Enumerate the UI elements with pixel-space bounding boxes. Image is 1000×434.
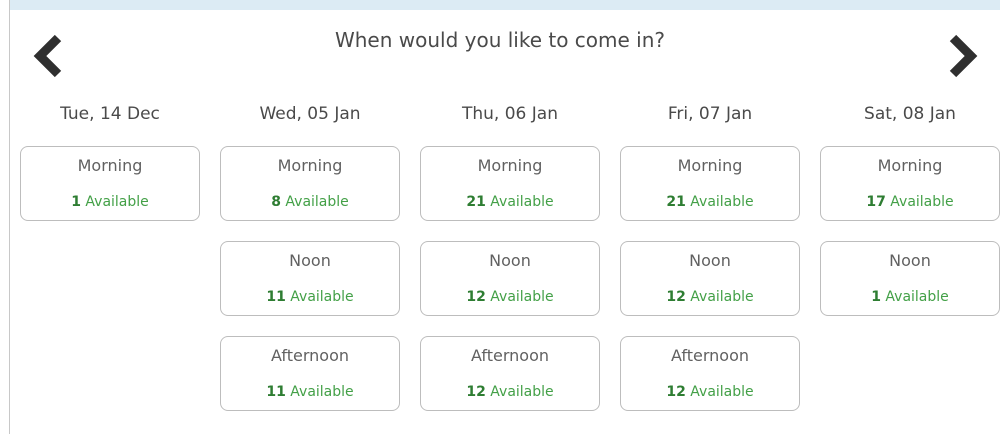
- slot-noon[interactable]: Noon 11 Available: [220, 241, 400, 316]
- slot-available-text: Available: [290, 289, 354, 305]
- top-bar: [10, 0, 1000, 10]
- page-title: When would you like to come in?: [334, 28, 666, 52]
- slot-available-text: Available: [285, 194, 349, 210]
- slot-name: Afternoon: [271, 346, 349, 365]
- slot-count: 12: [466, 384, 486, 400]
- next-dates-button[interactable]: [945, 34, 981, 78]
- slot-morning[interactable]: Morning 17 Available: [820, 146, 1000, 221]
- slot-available-text: Available: [490, 194, 554, 210]
- slot-availability: 12 Available: [621, 384, 799, 400]
- slot-availability: 12 Available: [421, 384, 599, 400]
- slot-noon[interactable]: Noon 12 Available: [420, 241, 600, 316]
- appointment-picker: When would you like to come in? Tue, 14 …: [0, 0, 1000, 434]
- slot-availability: 1 Available: [21, 194, 199, 210]
- day-label: Fri, 07 Jan: [667, 104, 753, 124]
- slot-count: 1: [871, 289, 881, 305]
- slot-morning[interactable]: Morning 21 Available: [620, 146, 800, 221]
- slot-afternoon[interactable]: Afternoon 12 Available: [620, 336, 800, 411]
- slot-available-text: Available: [690, 194, 754, 210]
- slot-availability: 1 Available: [821, 289, 999, 305]
- slot-count: 11: [266, 289, 286, 305]
- slot-name: Afternoon: [471, 346, 549, 365]
- day-label: Wed, 05 Jan: [259, 104, 361, 124]
- left-border: [9, 0, 10, 434]
- slot-available-text: Available: [690, 384, 754, 400]
- slot-morning[interactable]: Morning 8 Available: [220, 146, 400, 221]
- slot-name: Noon: [689, 251, 731, 270]
- slot-name: Morning: [77, 156, 143, 175]
- previous-dates-button[interactable]: [30, 34, 66, 78]
- slot-name: Morning: [877, 156, 943, 175]
- slot-name: Morning: [677, 156, 743, 175]
- chevron-right-icon: [949, 34, 978, 78]
- slot-available-text: Available: [290, 384, 354, 400]
- slot-availability: 21 Available: [621, 194, 799, 210]
- slot-count: 12: [466, 289, 486, 305]
- slot-availability: 17 Available: [821, 194, 999, 210]
- slot-name: Noon: [289, 251, 331, 270]
- slot-afternoon[interactable]: Afternoon 11 Available: [220, 336, 400, 411]
- slot-available-text: Available: [890, 194, 954, 210]
- slot-count: 11: [266, 384, 286, 400]
- slot-count: 1: [71, 194, 81, 210]
- slot-availability: 11 Available: [221, 384, 399, 400]
- slot-morning[interactable]: Morning 21 Available: [420, 146, 600, 221]
- slot-available-text: Available: [490, 289, 554, 305]
- slot-availability: 12 Available: [621, 289, 799, 305]
- slot-count: 21: [466, 194, 486, 210]
- slot-afternoon[interactable]: Afternoon 12 Available: [420, 336, 600, 411]
- slot-availability: 8 Available: [221, 194, 399, 210]
- slot-noon[interactable]: Noon 1 Available: [820, 241, 1000, 316]
- slot-name: Morning: [477, 156, 543, 175]
- slot-name: Noon: [489, 251, 531, 270]
- day-label: Thu, 06 Jan: [462, 104, 558, 124]
- slot-available-text: Available: [490, 384, 554, 400]
- slot-noon[interactable]: Noon 12 Available: [620, 241, 800, 316]
- slot-available-text: Available: [885, 289, 949, 305]
- slot-available-text: Available: [690, 289, 754, 305]
- slot-availability: 12 Available: [421, 289, 599, 305]
- slot-name: Afternoon: [671, 346, 749, 365]
- slot-availability: 11 Available: [221, 289, 399, 305]
- slot-count: 12: [666, 384, 686, 400]
- day-label: Tue, 14 Dec: [60, 104, 160, 124]
- slot-morning[interactable]: Morning 1 Available: [20, 146, 200, 221]
- slot-count: 21: [666, 194, 686, 210]
- slot-count: 8: [271, 194, 281, 210]
- day-label: Sat, 08 Jan: [864, 104, 956, 124]
- chevron-left-icon: [33, 34, 62, 78]
- slot-count: 17: [866, 194, 886, 210]
- slot-name: Noon: [889, 251, 931, 270]
- slot-available-text: Available: [85, 194, 149, 210]
- slot-count: 12: [666, 289, 686, 305]
- slot-name: Morning: [277, 156, 343, 175]
- slot-availability: 21 Available: [421, 194, 599, 210]
